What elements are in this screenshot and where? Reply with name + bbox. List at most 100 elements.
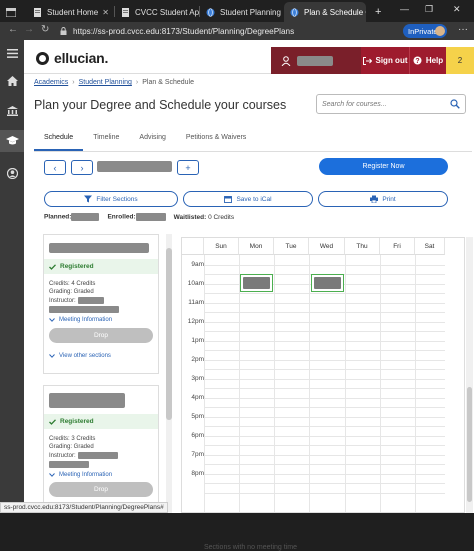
view-other-sections-toggle[interactable]: View other sections [49, 353, 111, 359]
side-panel-scrollbar[interactable] [166, 234, 172, 513]
minimize-button[interactable]: — [400, 4, 409, 14]
notifications-button[interactable]: 2 [446, 47, 474, 74]
close-icon[interactable]: ✕ [98, 8, 109, 17]
maximize-button[interactable]: ❐ [425, 4, 433, 15]
scrollbar-thumb[interactable] [166, 248, 172, 420]
search-icon[interactable] [450, 99, 460, 109]
time-label-11am: 11am [188, 299, 204, 306]
save-to-ical-button[interactable]: Save to iCal [183, 191, 313, 207]
close-window-button[interactable]: ✕ [453, 4, 461, 15]
tab-actions-icon [6, 7, 16, 17]
chevron-down-icon [49, 354, 55, 358]
grid-line [204, 379, 445, 380]
breadcrumb-separator: › [135, 79, 139, 86]
menu-icon[interactable] [0, 42, 24, 64]
scrollbar-thumb[interactable] [467, 387, 472, 502]
planned-courses-panel: Registered Credits: 4 Credits Grading: G… [43, 234, 173, 513]
user-name-redacted [297, 55, 333, 66]
meeting-information-toggle[interactable]: Meeting Information [49, 317, 112, 323]
add-term-button[interactable]: + [177, 160, 199, 175]
grid-line [204, 417, 445, 418]
time-label-5pm: 5pm [191, 413, 204, 420]
tab-schedule[interactable]: Schedule [34, 131, 84, 151]
browser-tab-plan-schedule[interactable]: Plan & Schedule Co ✕ [284, 2, 366, 22]
time-label-1pm: 1pm [191, 337, 204, 344]
bank-icon[interactable] [0, 100, 24, 122]
forward-arrow-icon[interactable]: → [24, 24, 34, 35]
grid-line [204, 436, 445, 437]
meeting-information-toggle[interactable]: Meeting Information [49, 472, 112, 478]
course-status: Registered [44, 414, 158, 429]
location-redacted [49, 306, 119, 313]
url-field[interactable]: https://ss-prod.cvcc.edu:8173/Student/Pl… [60, 25, 402, 37]
course-status: Registered [44, 259, 158, 274]
browser-tab-student-planning[interactable]: Student Planning - C ✕ [200, 2, 283, 22]
instructor-label: Instructor: [49, 452, 76, 459]
course-title-redacted[interactable] [49, 393, 125, 408]
next-term-button[interactable]: › [71, 160, 93, 175]
time-label-8pm: 8pm [191, 470, 204, 477]
course-location [49, 461, 89, 468]
refresh-icon[interactable]: ↻ [41, 24, 49, 35]
tab-advising[interactable]: Advising [129, 131, 175, 151]
grid-line [204, 293, 445, 294]
sign-out-icon [362, 56, 372, 65]
calendar-event-monday[interactable] [240, 274, 273, 292]
tab-petitions-waivers[interactable]: Petitions & Waivers [176, 131, 256, 151]
day-header-fri: Fri [380, 238, 415, 255]
browser-tab-student-home[interactable]: Student Home ✕ [27, 2, 115, 22]
user-menu[interactable] [271, 47, 361, 74]
course-location [49, 306, 119, 313]
calendar-event-wednesday[interactable] [311, 274, 344, 292]
time-label-12pm: 12pm [187, 318, 204, 325]
grid-line [204, 369, 445, 370]
browser-tab-student-application[interactable]: CVCC Student Appli ✕ [115, 2, 200, 22]
course-instructor: Instructor: [49, 297, 104, 304]
calendar-scrollbar[interactable] [466, 237, 473, 513]
print-button[interactable]: Print [318, 191, 448, 207]
meeting-information-label: Meeting Information [59, 472, 113, 478]
day-header-wed: Wed [309, 238, 345, 255]
back-arrow-icon[interactable]: ← [8, 24, 18, 35]
grid-line [204, 445, 445, 446]
time-label-10am: 10am [187, 280, 204, 287]
course-title-redacted[interactable] [49, 243, 149, 253]
graduation-cap-icon[interactable] [0, 130, 24, 152]
filter-sections-button[interactable]: Filter Sections [44, 191, 178, 207]
globe-icon [290, 7, 299, 17]
breadcrumb-student-planning[interactable]: Student Planning [79, 79, 132, 86]
tab-timeline[interactable]: Timeline [83, 131, 129, 151]
ellucian-logo[interactable]: ellucian. [36, 50, 108, 66]
status-label: Registered [60, 263, 94, 270]
planned-summary: Planned: [44, 213, 100, 221]
previous-term-button[interactable]: ‹ [44, 160, 66, 175]
save-to-ical-label: Save to iCal [236, 195, 272, 203]
user-circle-icon[interactable] [0, 162, 24, 184]
help-button[interactable]: ? Help [409, 47, 446, 74]
filter-icon [84, 195, 93, 203]
lock-icon [60, 27, 67, 35]
sign-out-button[interactable]: Sign out [361, 47, 409, 74]
plus-icon: + [185, 162, 191, 173]
register-now-button[interactable]: Register Now [319, 158, 448, 175]
home-icon[interactable] [0, 70, 24, 92]
instructor-label: Instructor: [49, 297, 76, 304]
course-grading: Grading: Graded [49, 289, 94, 295]
drop-button[interactable]: Drop [49, 482, 153, 497]
inprivate-button[interactable]: InPrivate [403, 24, 447, 38]
tab-actions-button[interactable] [0, 2, 24, 22]
breadcrumb-academics[interactable]: Academics [34, 79, 68, 86]
time-label-2pm: 2pm [191, 356, 204, 363]
grid-line [204, 483, 445, 484]
notification-count: 2 [457, 56, 463, 65]
browser-menu-icon[interactable]: ··· [458, 24, 468, 35]
tab-label: CVCC Student Appli [135, 7, 200, 17]
print-icon [370, 195, 379, 203]
new-tab-button[interactable]: + [369, 2, 387, 22]
view-other-sections-label: View other sections [59, 353, 111, 359]
course-grading: Grading: Graded [49, 444, 94, 450]
drop-button[interactable]: Drop [49, 328, 153, 343]
course-search-input[interactable]: Search for courses... [316, 94, 466, 114]
print-label: Print [382, 195, 396, 203]
grid-line [204, 455, 445, 456]
